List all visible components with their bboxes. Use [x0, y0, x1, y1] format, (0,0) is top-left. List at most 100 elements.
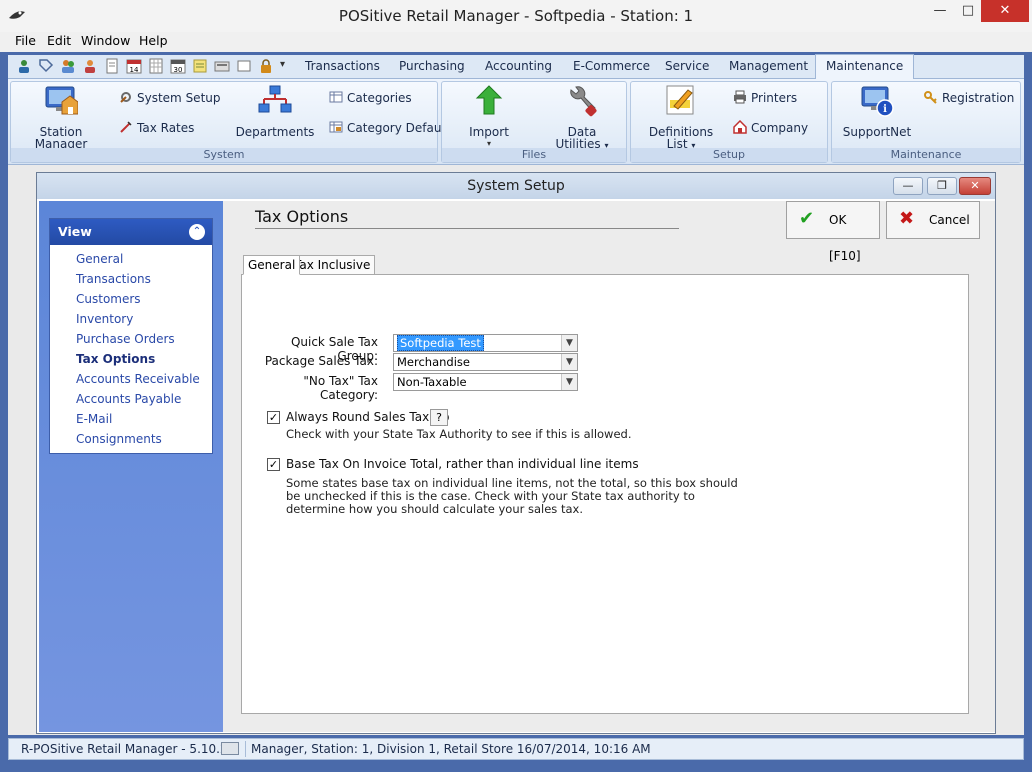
round-up-label: Always Round Sales Tax Up — [286, 410, 450, 424]
tax-options-content: Tax Options ✔ OK [F10] ✖ Cancel General … — [223, 201, 995, 732]
customize-toolbar-icon[interactable]: ▾ — [280, 59, 296, 75]
ribbon-tab-row: 14 30 ▾ Transactions Purchasing Accounti… — [8, 54, 1024, 79]
collapse-up-icon[interactable]: ⌃ — [189, 224, 205, 240]
category-default-button[interactable]: Category Default — [329, 120, 449, 135]
import-button[interactable]: Import ▾ — [450, 84, 528, 150]
quick-sale-tax-group-value: Softpedia Test — [397, 335, 484, 351]
tab-accounting[interactable]: Accounting — [485, 59, 552, 73]
wrench-icon — [570, 86, 597, 117]
system-setup-button[interactable]: System Setup — [119, 90, 221, 105]
no-tax-category-select[interactable]: Non-Taxable ▼ — [393, 373, 578, 391]
minimize-button[interactable]: — — [925, 0, 955, 22]
close-button[interactable]: ✕ — [981, 0, 1029, 22]
tax-rates-icon — [120, 121, 132, 133]
supportnet-label: SupportNet — [842, 125, 912, 139]
register-icon[interactable] — [214, 58, 230, 74]
printers-label: Printers — [751, 91, 798, 105]
people-icon[interactable] — [16, 58, 32, 74]
help-button[interactable]: ? — [430, 409, 448, 426]
svg-text:30: 30 — [174, 66, 183, 74]
view-item-accounts-receivable[interactable]: Accounts Receivable — [76, 372, 200, 386]
view-item-general[interactable]: General — [76, 252, 123, 266]
document-icon[interactable] — [104, 58, 120, 74]
system-setup-label: System Setup — [137, 91, 221, 105]
view-heading: View — [58, 224, 92, 239]
child-close-button[interactable]: ✕ — [959, 177, 991, 195]
chevron-down-icon[interactable]: ▼ — [561, 374, 577, 390]
supportnet-button[interactable]: i SupportNet — [836, 84, 918, 138]
tag-icon[interactable] — [38, 58, 54, 74]
tab-transactions[interactable]: Transactions — [305, 59, 380, 73]
tab-e-commerce[interactable]: E-Commerce — [573, 59, 650, 73]
company-button[interactable]: Company — [733, 120, 808, 135]
view-item-tax-options[interactable]: Tax Options — [76, 352, 155, 366]
no-tax-category-label: "No Tax" Tax Category: — [303, 374, 378, 402]
child-restore-button[interactable]: ❐ — [927, 177, 957, 195]
station-manager-button[interactable]: Station Manager — [21, 84, 101, 150]
chevron-down-icon[interactable]: ▼ — [561, 354, 577, 370]
categories-button[interactable]: Categories — [329, 90, 412, 105]
view-item-consignments[interactable]: Consignments — [76, 432, 162, 446]
chevron-down-icon[interactable]: ▼ — [561, 335, 577, 351]
system-setup-title-bar: System Setup — ❐ ✕ — [37, 173, 995, 199]
user-icon[interactable] — [82, 58, 98, 74]
status-version: R-POSitive Retail Manager - 5.10.2.1 — [21, 742, 240, 756]
base-tax-on-total-checkbox[interactable]: ✓ — [267, 458, 280, 471]
status-divider — [245, 741, 246, 757]
calendar-30-icon[interactable]: 30 — [170, 58, 186, 74]
view-navigation: View ⌃ General Transactions Customers In… — [49, 218, 213, 454]
departments-label: Departments — [235, 125, 315, 139]
page-title: Tax Options — [255, 207, 349, 226]
menu-help[interactable]: Help — [139, 33, 168, 48]
status-session: Manager, Station: 1, Division 1, Retail … — [251, 742, 651, 756]
view-item-e-mail[interactable]: E-Mail — [76, 412, 112, 426]
spreadsheet-icon[interactable] — [148, 58, 164, 74]
menu-bar: File Edit Window Help — [0, 32, 1032, 52]
category-default-label: Category Default — [347, 121, 450, 135]
tab-maintenance[interactable]: Maintenance — [815, 54, 915, 79]
menu-edit[interactable]: Edit — [47, 33, 71, 48]
quick-sale-tax-group-select[interactable]: Softpedia Test ▼ — [393, 334, 578, 352]
data-utilities-button[interactable]: Data Utilities ▾ — [540, 84, 624, 152]
general-tab-panel: Quick Sale Tax Group: Softpedia Test ▼ P… — [241, 274, 969, 714]
child-minimize-button[interactable]: — — [893, 177, 923, 195]
key-icon — [924, 91, 937, 104]
ok-button[interactable]: ✔ OK [F10] — [786, 201, 880, 263]
round-up-checkbox[interactable]: ✓ — [267, 411, 280, 424]
notes-icon[interactable] — [192, 58, 208, 74]
menu-window[interactable]: Window — [81, 33, 130, 48]
definitions-list-button[interactable]: Definitions List ▾ — [637, 84, 725, 152]
supportnet-icon: i — [861, 86, 894, 117]
tab-general[interactable]: General — [243, 255, 301, 275]
maximize-button[interactable]: □ — [953, 0, 983, 22]
registration-label: Registration — [942, 91, 1015, 105]
registration-button[interactable]: Registration — [924, 90, 1014, 105]
window-icon[interactable] — [236, 58, 252, 74]
cancel-button[interactable]: ✖ Cancel — [886, 201, 980, 239]
view-item-transactions[interactable]: Transactions — [76, 272, 151, 286]
calendar-14-icon[interactable]: 14 — [126, 58, 142, 74]
tab-service[interactable]: Service — [665, 59, 709, 73]
view-item-purchase-orders[interactable]: Purchase Orders — [76, 332, 175, 346]
group-label-setup: Setup — [631, 148, 827, 162]
lock-icon[interactable] — [258, 58, 274, 74]
customers-icon[interactable] — [60, 58, 76, 74]
view-item-inventory[interactable]: Inventory — [76, 312, 133, 326]
package-sales-tax-select[interactable]: Merchandise ▼ — [393, 353, 578, 371]
tax-rates-button[interactable]: Tax Rates — [119, 120, 194, 135]
printers-button[interactable]: Printers — [733, 90, 797, 105]
tab-management[interactable]: Management — [729, 59, 808, 73]
view-header[interactable]: View ⌃ — [50, 219, 212, 245]
base-tax-note-line-3: determine how you should calculate your … — [286, 502, 583, 516]
menu-file[interactable]: File — [15, 33, 36, 48]
categories-icon — [329, 91, 343, 103]
tab-purchasing[interactable]: Purchasing — [399, 59, 465, 73]
view-item-customers[interactable]: Customers — [76, 292, 141, 306]
status-bar: R-POSitive Retail Manager - 5.10.2.1 Man… — [8, 738, 1024, 760]
departments-icon — [258, 85, 292, 113]
tab-tax-inclusive[interactable]: Tax Inclusive — [289, 255, 376, 275]
departments-button[interactable]: Departments — [227, 84, 323, 138]
house-icon — [733, 120, 747, 134]
view-item-accounts-payable[interactable]: Accounts Payable — [76, 392, 181, 406]
keyboard-icon — [221, 742, 239, 755]
